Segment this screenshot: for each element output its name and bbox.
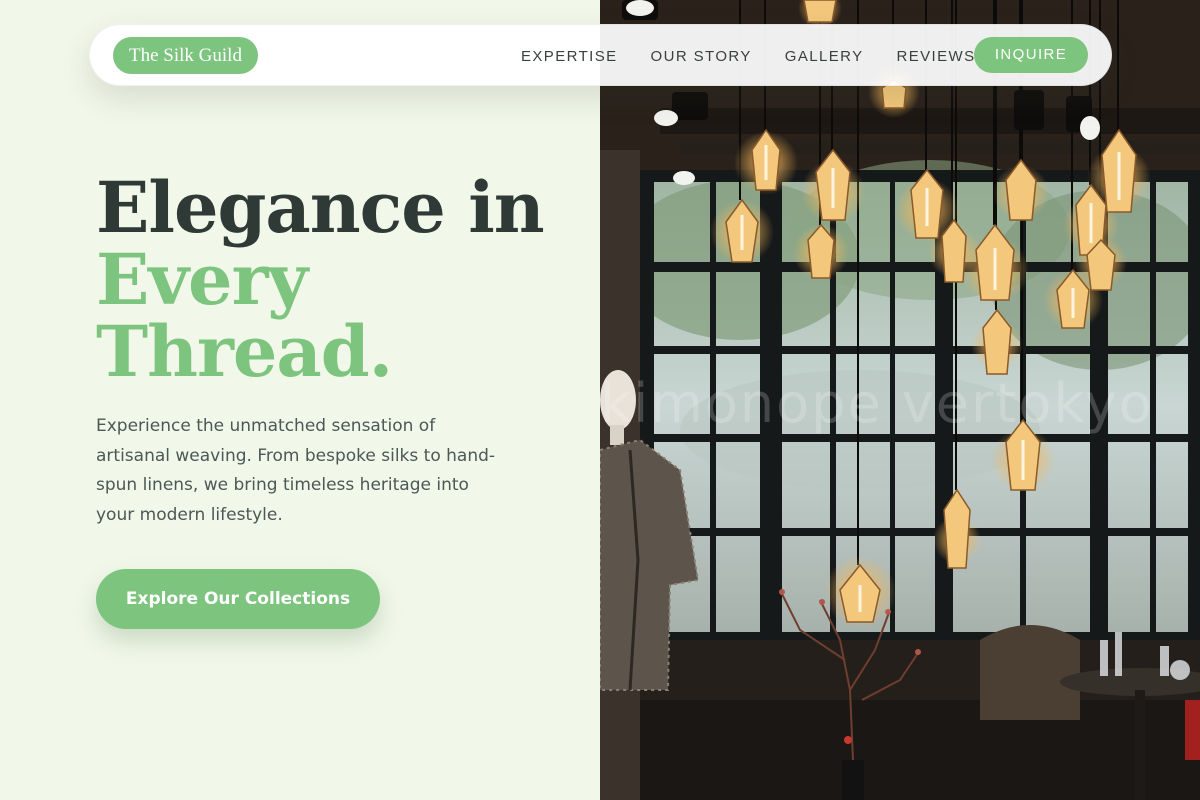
headline-line-3: Thread.: [96, 310, 393, 393]
headline-line-1: Elegance in: [96, 166, 545, 249]
hero-photo: kimonope vertokyo: [600, 0, 1200, 800]
top-navbar: The Silk Guild EXPERTISE OUR STORY GALLE…: [89, 24, 1112, 86]
nav-links: EXPERTISE OUR STORY GALLERY REVIEWS: [521, 25, 1008, 87]
hero-description: Experience the unmatched sensation of ar…: [96, 416, 496, 525]
hero-headline: Elegance in Every Thread.: [96, 172, 545, 393]
nav-link-expertise[interactable]: EXPERTISE: [521, 48, 618, 65]
nav-link-gallery[interactable]: GALLERY: [785, 48, 864, 65]
explore-collections-button[interactable]: Explore Our Collections: [96, 569, 380, 629]
nav-link-reviews[interactable]: REVIEWS: [897, 48, 976, 65]
headline-line-2: Every: [96, 238, 308, 321]
brand-logo[interactable]: The Silk Guild: [113, 37, 258, 74]
photo-watermark: kimonope vertokyo: [600, 372, 1154, 435]
nav-link-our-story[interactable]: OUR STORY: [651, 48, 752, 65]
inquire-button[interactable]: INQUIRE: [974, 37, 1088, 73]
